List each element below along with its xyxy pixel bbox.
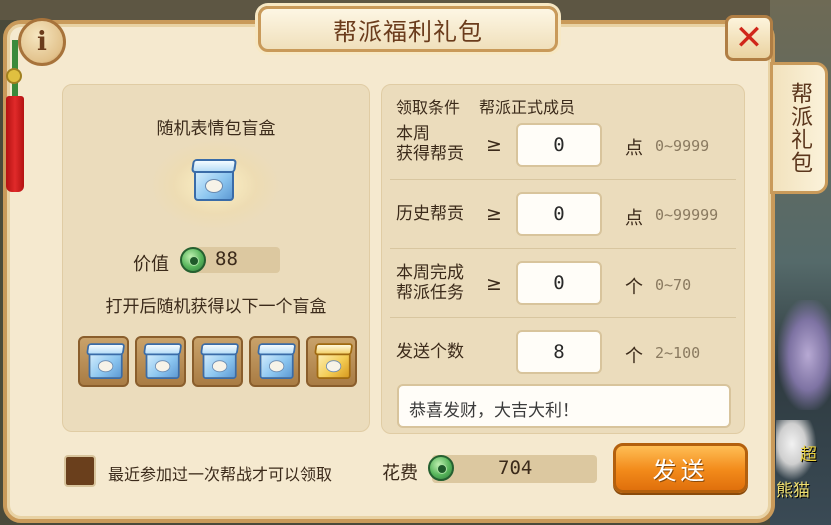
pack-name: 随机表情包盲盒 — [156, 119, 276, 139]
divider — [390, 248, 736, 249]
value-amount: 88 — [215, 248, 238, 270]
checkbox-label: 最近参加过一次帮战才可以领取 — [108, 465, 333, 484]
guild-war-checkbox[interactable] — [64, 455, 96, 487]
tab-label: 帮派礼包 — [787, 82, 812, 174]
row-unit: 点 — [625, 208, 643, 229]
row-label-weekly-contribution: 本周 获得帮贡 — [396, 124, 464, 164]
row-label-line: 历史帮贡 — [396, 204, 464, 224]
jade-coin-icon — [180, 247, 206, 273]
tab-guild-gift[interactable]: 帮派礼包 — [770, 62, 828, 194]
row-unit: 个 — [625, 277, 643, 298]
send-count-input[interactable]: 8 — [516, 330, 602, 374]
reward-slot[interactable] — [192, 336, 243, 387]
row-label-history-contribution: 历史帮贡 — [396, 204, 464, 224]
row-label-line: 帮派任务 — [396, 283, 464, 303]
reward-slot[interactable] — [135, 336, 186, 387]
blue-box-icon — [84, 339, 126, 383]
gte-operator: ≥ — [486, 273, 502, 295]
blue-box-icon — [141, 339, 183, 383]
gold-box-icon — [312, 339, 354, 383]
background-label: 熊猫 — [776, 481, 810, 501]
history-contribution-input[interactable]: 0 — [516, 192, 602, 236]
cost-label: 花费 — [382, 463, 418, 484]
reward-slot[interactable] — [306, 336, 357, 387]
weekly-contribution-input[interactable]: 0 — [516, 123, 602, 167]
blue-box-icon — [198, 339, 240, 383]
background-creature — [778, 300, 831, 410]
blue-box-icon — [255, 339, 297, 383]
send-button[interactable]: 发送 — [613, 443, 748, 493]
row-range: 2~100 — [655, 344, 701, 362]
random-description: 打开后随机获得以下一个盲盒 — [105, 297, 327, 317]
row-range: 0~9999 — [655, 137, 710, 155]
close-button[interactable]: ✕ — [725, 15, 773, 61]
background-label: 超 — [800, 445, 817, 465]
row-unit: 点 — [625, 138, 643, 159]
row-label-weekly-tasks: 本周完成 帮派任务 — [396, 263, 464, 303]
cost-amount: 704 — [498, 457, 533, 479]
condition-label: 领取条件 — [396, 98, 461, 117]
row-range: 0~99999 — [655, 206, 719, 224]
reward-slots — [78, 336, 357, 387]
row-label-send-count: 发送个数 — [396, 342, 464, 362]
condition-value: 帮派正式成员 — [479, 98, 576, 117]
info-button[interactable]: i — [18, 18, 66, 66]
tassel-icon — [6, 96, 24, 192]
blind-box-icon[interactable] — [188, 155, 240, 207]
tassel-bell-icon — [6, 68, 22, 84]
row-label-line: 发送个数 — [396, 342, 464, 362]
reward-slot[interactable] — [249, 336, 300, 387]
page-title: 帮派福利礼包 — [333, 18, 483, 46]
gte-operator: ≥ — [486, 203, 502, 225]
weekly-tasks-input[interactable]: 0 — [516, 261, 602, 305]
divider — [390, 179, 736, 180]
jade-coin-icon — [428, 455, 454, 481]
row-range: 0~70 — [655, 276, 692, 294]
close-icon: ✕ — [734, 18, 764, 58]
row-label-line: 获得帮贡 — [396, 144, 464, 164]
blessing-message-input[interactable]: 恭喜发财，大吉大利！ — [397, 384, 731, 428]
divider — [390, 317, 736, 318]
gte-operator: ≥ — [486, 134, 502, 156]
row-label-line: 本周 — [396, 124, 430, 144]
value-label: 价值 — [133, 254, 169, 275]
row-label-line: 本周完成 — [396, 263, 464, 283]
row-unit: 个 — [625, 346, 643, 367]
reward-slot[interactable] — [78, 336, 129, 387]
info-icon: i — [37, 27, 47, 57]
